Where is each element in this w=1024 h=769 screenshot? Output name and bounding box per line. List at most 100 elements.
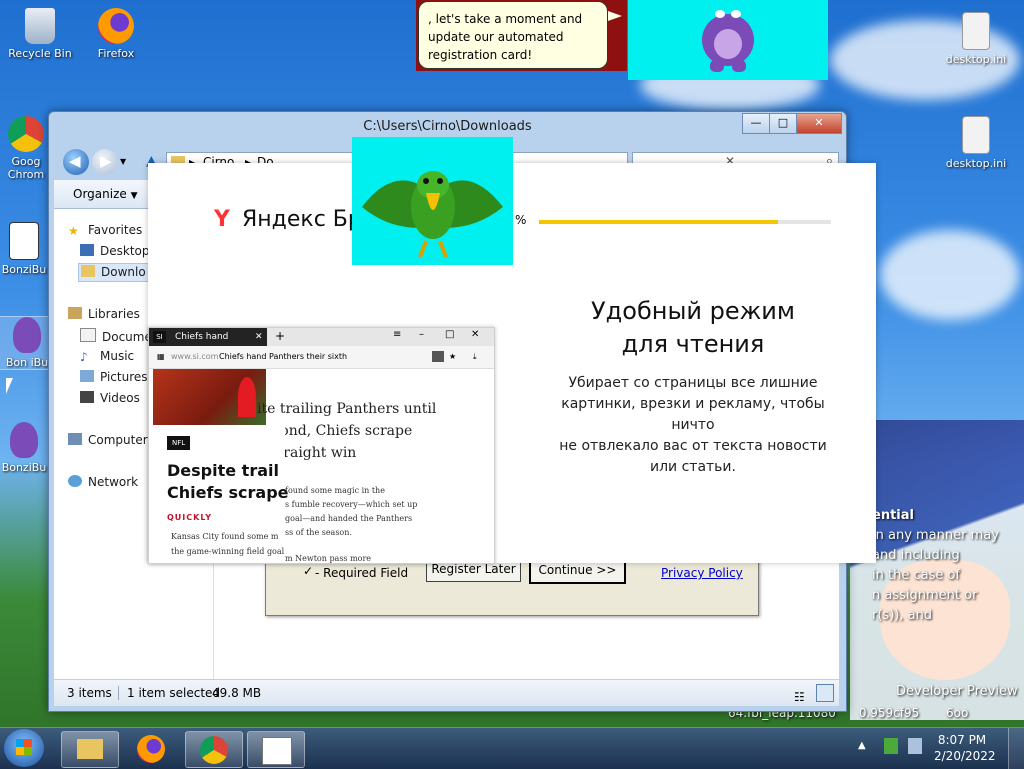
- large-icons-view-icon[interactable]: [816, 684, 834, 702]
- organize-label: Organize: [73, 187, 127, 201]
- clock[interactable]: 8:07 PM 2/20/2022: [934, 732, 996, 764]
- back-button[interactable]: ◀: [63, 149, 89, 175]
- address-bar[interactable]: ▦ www.si.com Chiefs hand Panthers their …: [149, 346, 494, 369]
- progress-percent: %: [515, 213, 527, 227]
- body-line: m Newton pass more: [285, 554, 372, 563]
- star-icon: ★: [68, 224, 79, 238]
- nav-item-network[interactable]: Network: [68, 475, 138, 489]
- nav-label: Pictures: [100, 370, 148, 384]
- nav-item-computer[interactable]: Computer: [68, 433, 148, 447]
- network-icon: [68, 475, 82, 487]
- bubble-line: update our automated: [428, 30, 564, 44]
- nav-item-libraries[interactable]: Libraries: [68, 307, 140, 321]
- windows-logo-icon: [16, 739, 32, 755]
- quickly-label: QUICKLY: [167, 513, 212, 522]
- start-button[interactable]: [4, 729, 44, 767]
- minimize-icon[interactable]: –: [419, 329, 424, 340]
- nav-item-music[interactable]: ♪ Music: [80, 349, 134, 364]
- status-divider: [118, 686, 119, 700]
- show-desktop-button[interactable]: [1008, 728, 1024, 769]
- speech-bubble: , let's take a moment and update our aut…: [416, 0, 627, 71]
- helmet-image: [238, 377, 256, 417]
- site-badge-icon: SI: [153, 331, 166, 343]
- nav-item-videos[interactable]: Videos: [80, 391, 140, 405]
- download-icon[interactable]: ⤓: [473, 346, 477, 368]
- url-domain: www.si.com: [171, 352, 219, 361]
- nav-item-pictures[interactable]: Pictures: [80, 370, 148, 384]
- close-icon[interactable]: ✕: [471, 329, 479, 340]
- nav-item-documents[interactable]: Docume: [80, 328, 152, 344]
- body-line: или статьи.: [650, 459, 736, 475]
- nav-item-favorites[interactable]: ★ Favorites: [68, 223, 142, 238]
- document-icon: [9, 222, 39, 260]
- parrot-agent[interactable]: [352, 137, 513, 265]
- desktop-icon-bonzi[interactable]: BonziBu: [0, 422, 54, 474]
- required-field-note: - Required Field: [315, 566, 409, 580]
- browser-tabs: SI Chiefs hand Panthers ✕ + ≡ – □ ✕: [149, 328, 494, 360]
- firefox-icon: [98, 8, 134, 44]
- yandex-logo-icon: Y: [214, 207, 230, 232]
- license-line: and including: [872, 548, 960, 563]
- parrot-icon: [362, 171, 503, 258]
- maximize-icon[interactable]: □: [445, 329, 454, 340]
- nav-label: Downlo: [101, 265, 146, 279]
- close-button[interactable]: ✕: [796, 113, 842, 134]
- desktop-icon-firefox[interactable]: Firefox: [78, 8, 154, 60]
- status-bar: 3 items 1 item selected 49.8 MB ☷: [54, 680, 839, 706]
- developer-preview-text: Developer Preview: [896, 684, 1018, 699]
- promo-body: Убирает со страницы все лишние картинки,…: [540, 373, 846, 478]
- details-view-icon[interactable]: ☷: [794, 684, 805, 710]
- nav-item-desktop[interactable]: Desktop: [80, 244, 150, 258]
- browser-tab[interactable]: SI Chiefs hand Panthers ✕: [149, 328, 267, 360]
- taskbar-firefox[interactable]: [123, 731, 179, 766]
- tab-close-icon[interactable]: ✕: [255, 328, 263, 346]
- new-tab-icon[interactable]: +: [275, 329, 285, 343]
- desktop-icon: [80, 244, 94, 256]
- taskbar-chrome[interactable]: [185, 731, 243, 768]
- desktop-icon-recycle-bin[interactable]: Recycle Bin: [2, 8, 78, 60]
- chrome-icon: [200, 736, 228, 764]
- installer-icon: [262, 737, 292, 765]
- quickly-bullet: Kansas City found some m the game-winnin…: [171, 529, 284, 559]
- body-line: goal—and handed the Panthers: [285, 514, 413, 523]
- minimize-button[interactable]: —: [742, 113, 770, 134]
- desktop-icon-label: Firefox: [97, 47, 135, 60]
- bonzi-buddy-agent[interactable]: [628, 0, 828, 80]
- recent-pages-chevron-icon[interactable]: ▼: [120, 157, 126, 166]
- show-hidden-icons-icon[interactable]: ▲: [858, 740, 866, 751]
- body-line: ss of the season.: [285, 528, 352, 537]
- taskbar-installer[interactable]: [247, 731, 305, 768]
- reader-mode-icon[interactable]: [432, 351, 444, 362]
- bookmark-star-icon[interactable]: ★: [449, 346, 456, 368]
- bubble-pointer: [608, 11, 622, 21]
- back-arrow-icon: ◀: [69, 152, 81, 170]
- explorer-icon: [77, 739, 103, 759]
- category-tag: NFL: [167, 436, 191, 450]
- bubble-line: registration card!: [428, 48, 533, 62]
- background-license-text: ential in any manner may and including i…: [872, 506, 999, 626]
- progress-fill: [539, 220, 779, 224]
- taskbar-explorer[interactable]: [61, 731, 119, 768]
- speech-bubble-text: , let's take a moment and update our aut…: [418, 1, 608, 69]
- organize-button[interactable]: Organize ▼: [73, 187, 138, 201]
- menu-icon[interactable]: ≡: [393, 329, 401, 340]
- desktop-icon-desktop-ini[interactable]: desktop.ini: [936, 116, 1016, 170]
- network-tray-icon[interactable]: [884, 738, 898, 754]
- desktop-icon-desktop-ini[interactable]: desktop.ini: [936, 12, 1016, 66]
- desktop-icon-bonzi[interactable]: BonziBu: [0, 222, 54, 276]
- taskbar: ▲ 8:07 PM 2/20/2022: [0, 727, 1024, 769]
- firefox-icon: [137, 735, 165, 763]
- bonzi-gorilla-icon: [702, 10, 754, 72]
- bullet-line: the game-winning field goal: [171, 547, 285, 556]
- maximize-button[interactable]: □: [769, 113, 797, 134]
- forward-arrow-icon: ▶: [100, 152, 112, 170]
- desktop-icon-label: BonziBu: [1, 461, 47, 474]
- desktop-icon-label: Bon iBu: [5, 356, 49, 369]
- article-preview: SI Chiefs hand Panthers ✕ + ≡ – □ ✕ ▦ ww…: [148, 327, 495, 564]
- volume-tray-icon[interactable]: [908, 738, 922, 754]
- body-line: Убирает со страницы все лишние: [568, 375, 818, 391]
- forward-button[interactable]: ▶: [92, 149, 118, 175]
- privacy-policy-link[interactable]: Privacy Policy: [661, 566, 743, 580]
- window-title: C:\Users\Cirno\Downloads: [363, 119, 532, 134]
- chrome-icon: [8, 116, 44, 152]
